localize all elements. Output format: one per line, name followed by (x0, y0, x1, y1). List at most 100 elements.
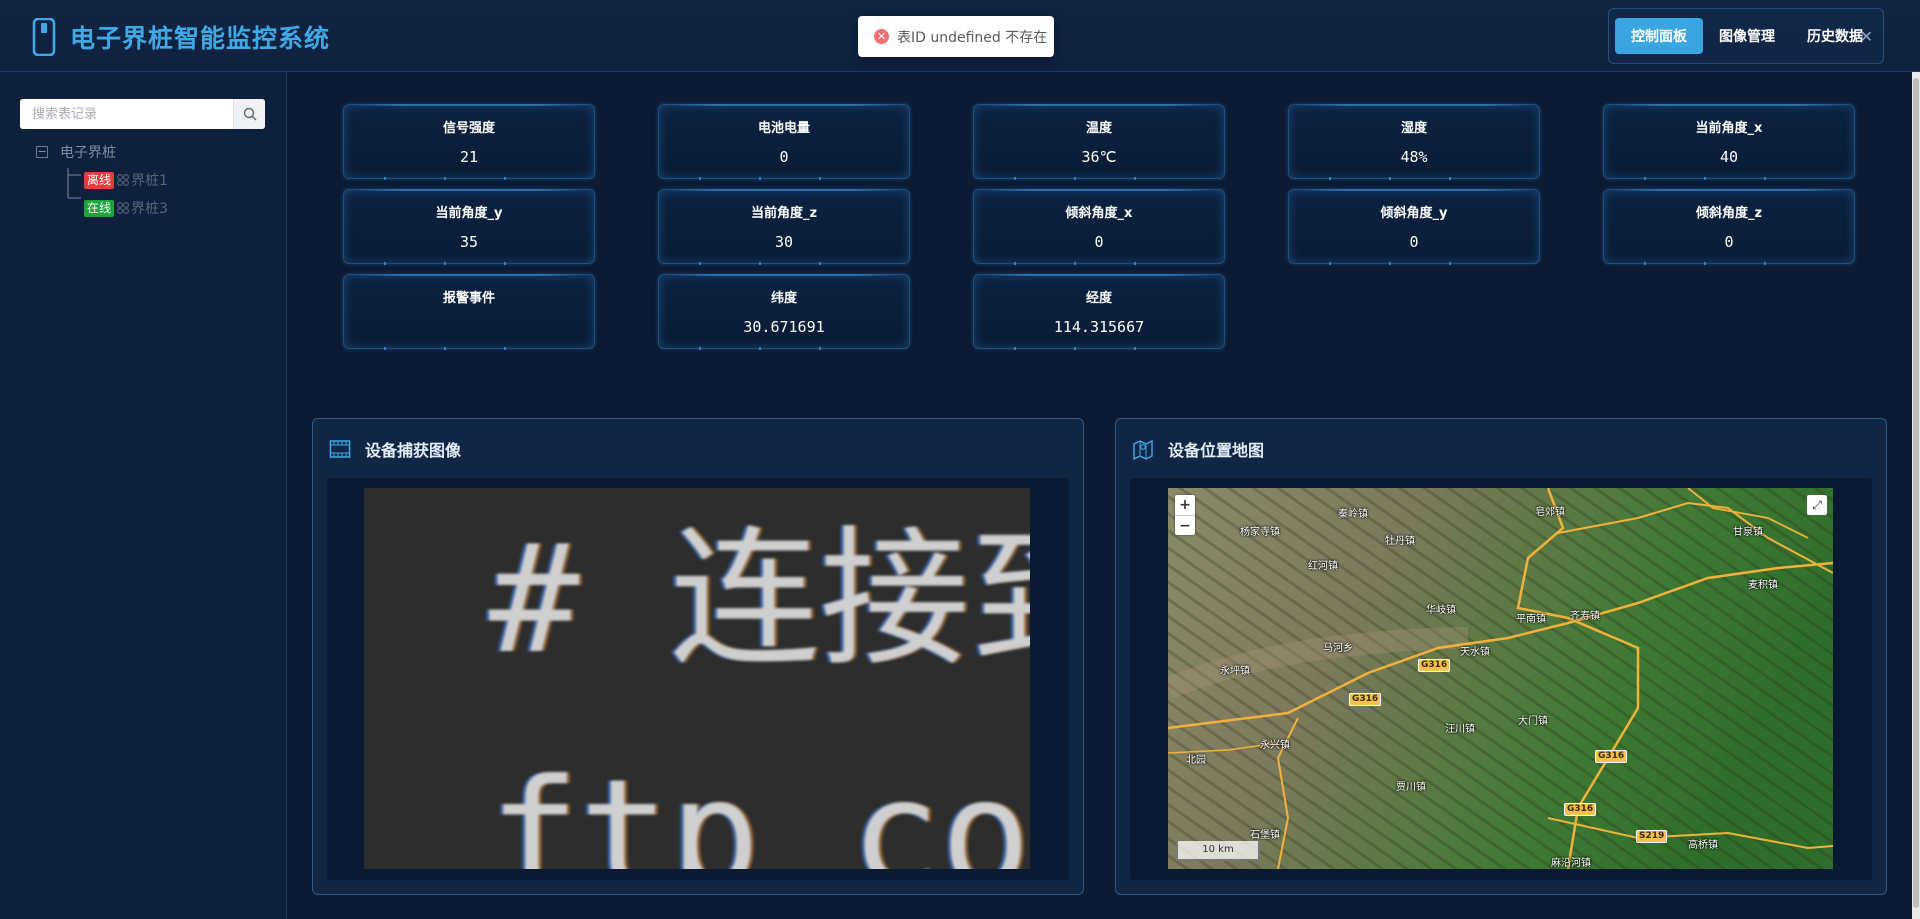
road-shield: G316 (1595, 750, 1628, 763)
metric-value: 0 (1724, 233, 1734, 251)
top-nav: 控制面板 图像管理 历史数据 ✕ (1608, 8, 1884, 64)
metric-value: 0 (1094, 233, 1104, 251)
metric-label: 信号强度 (442, 121, 495, 136)
collapse-icon[interactable]: − (36, 146, 48, 158)
map-place-label: 红河镇 (1308, 561, 1338, 572)
tree-item-marker-3[interactable]: 在线 界桩3 (84, 198, 168, 218)
device-node-icon (117, 173, 130, 187)
metric-label: 倾斜角度_x (1065, 206, 1133, 221)
capture-image-panel: 设备捕获图像 # 连接到 ftp con (312, 418, 1084, 895)
metric-card-longitude: 经度 114.315667 (973, 274, 1225, 350)
map-place-label: 高桥镇 (1688, 840, 1718, 851)
map-place-label: 石堡镇 (1250, 830, 1280, 841)
tree-item-marker-1[interactable]: 离线 界桩1 (84, 170, 168, 190)
metric-label: 温度 (1085, 121, 1112, 136)
map-place-label: 平南镇 (1516, 614, 1546, 625)
panel-header: 设备捕获图像 (329, 437, 461, 461)
captured-image-text: # 连接到 (489, 513, 1030, 687)
map-place-label: 大门镇 (1518, 716, 1548, 727)
search-button[interactable] (233, 99, 265, 129)
metric-value: 0 (1409, 233, 1419, 251)
zoom-out-button[interactable]: − (1175, 515, 1195, 535)
metric-label: 湿度 (1400, 121, 1427, 136)
metric-value: 36℃ (1081, 148, 1117, 166)
satellite-map[interactable]: 秦岭镇 杨家寺镇 牡丹镇 皂郊镇 甘泉镇 红河镇 麦积镇 华岐镇 平南镇 齐寿镇… (1168, 488, 1833, 869)
device-node-icon (117, 201, 130, 215)
metric-label: 当前角度_x (1695, 121, 1763, 136)
metric-value: 48% (1400, 148, 1428, 166)
scrollbar-thumb[interactable] (1913, 78, 1919, 908)
metric-label: 纬度 (770, 291, 797, 306)
metric-label: 倾斜角度_y (1380, 206, 1448, 221)
metric-value: 40 (1719, 148, 1739, 166)
metric-card-temperature: 温度 36℃ (973, 104, 1225, 180)
metric-card-signal: 信号强度 21 (343, 104, 595, 180)
nav-control-panel[interactable]: 控制面板 (1615, 18, 1703, 54)
fullscreen-button[interactable]: ⤢ (1807, 495, 1827, 515)
metric-label: 当前角度_y (435, 206, 503, 221)
map-place-label: 马河乡 (1323, 643, 1353, 654)
map-place-label: 永坪镇 (1220, 666, 1250, 677)
metric-label: 当前角度_z (750, 206, 818, 221)
boundary-marker-icon (32, 18, 56, 56)
map-place-label: 麻沿河镇 (1551, 858, 1591, 869)
road-shield: G316 (1564, 803, 1597, 816)
map-place-label: 杨家寺镇 (1240, 527, 1280, 538)
toast-message: 表ID undefined 不存在 (897, 29, 1048, 46)
page-scrollbar[interactable] (1912, 72, 1920, 919)
search-input[interactable] (20, 99, 233, 129)
captured-image-text: ftp con (489, 748, 1030, 869)
film-icon (329, 440, 351, 458)
metric-card-tilt-x: 倾斜角度_x 0 (973, 189, 1225, 265)
capture-image-container: # 连接到 ftp con (327, 478, 1069, 880)
metric-value: 0 (779, 148, 789, 166)
map-place-label: 齐寿镇 (1570, 611, 1600, 622)
map-place-label: 甘泉镇 (1733, 527, 1763, 538)
metric-value: 114.315667 (1053, 318, 1145, 336)
panel-title: 设备捕获图像 (365, 441, 462, 460)
map-scale-bar: 10 km (1176, 841, 1260, 861)
map-place-label: 皂郊镇 (1535, 507, 1565, 518)
tree-root[interactable]: − 电子界桩 (36, 142, 116, 162)
metric-value: 21 (459, 148, 479, 166)
captured-image[interactable]: # 连接到 ftp con (364, 488, 1030, 869)
search-icon (243, 107, 256, 121)
map-place-label: 华岐镇 (1426, 605, 1456, 616)
metric-value: 30 (774, 233, 794, 251)
close-icon[interactable]: ✕ (1860, 27, 1873, 46)
map-zoom-control: + − (1175, 495, 1195, 535)
map-place-label: 贾川镇 (1396, 782, 1426, 793)
map-container: 秦岭镇 杨家寺镇 牡丹镇 皂郊镇 甘泉镇 红河镇 麦积镇 华岐镇 平南镇 齐寿镇… (1130, 478, 1872, 880)
metric-label: 电池电量 (757, 121, 810, 136)
error-toast: ✕ 表ID undefined 不存在 (858, 16, 1054, 57)
map-place-label: 天水镇 (1460, 647, 1490, 658)
metric-value: 35 (459, 233, 479, 251)
metric-card-battery: 电池电量 0 (658, 104, 910, 180)
metric-label: 报警事件 (442, 291, 495, 306)
metric-card-tilt-y: 倾斜角度_y 0 (1288, 189, 1540, 265)
location-map-panel: 设备位置地图 秦岭镇 杨家寺镇 牡丹镇 皂郊镇 甘泉镇 红河镇 麦积镇 华岐镇 … (1115, 418, 1887, 895)
metric-card-angle-x: 当前角度_x 40 (1603, 104, 1855, 180)
tree-item-label: 界桩1 (131, 173, 168, 189)
map-place-label: 秦岭镇 (1338, 509, 1368, 520)
tree-item-label: 界桩3 (131, 201, 168, 217)
metric-card-humidity: 湿度 48% (1288, 104, 1540, 180)
status-badge-offline: 离线 (84, 171, 115, 189)
map-place-label: 永兴镇 (1260, 740, 1290, 751)
road-shield: G316 (1349, 693, 1382, 706)
map-terrain (1168, 488, 1833, 869)
search-box (20, 99, 265, 129)
nav-image-management[interactable]: 图像管理 (1703, 18, 1791, 54)
metric-card-alarm: 报警事件 (343, 274, 595, 350)
metric-label: 倾斜角度_z (1695, 206, 1763, 221)
metric-card-latitude: 纬度 30.671691 (658, 274, 910, 350)
status-badge-online: 在线 (84, 199, 115, 217)
map-place-label: 汪川镇 (1445, 724, 1475, 735)
road-shield: G316 (1418, 659, 1451, 672)
map-place-label: 麦积镇 (1748, 580, 1778, 591)
panel-title: 设备位置地图 (1168, 441, 1265, 460)
metric-card-angle-y: 当前角度_y 35 (343, 189, 595, 265)
zoom-in-button[interactable]: + (1175, 495, 1195, 515)
error-circle-icon: ✕ (874, 29, 889, 44)
road-shield: S219 (1636, 830, 1668, 843)
